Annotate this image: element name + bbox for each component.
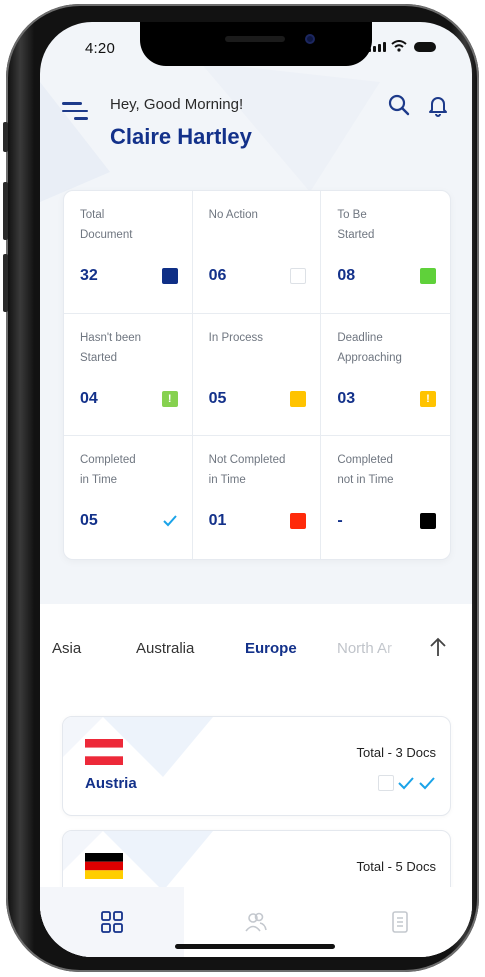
document-summary-card: Total Document 32 No Action 06 To Be Started… (63, 190, 451, 560)
check-icon (398, 777, 414, 790)
volume-down-button (3, 254, 8, 312)
summary-value: 08 (337, 267, 356, 284)
country-card[interactable]: Austria Total - 3 Docs (62, 716, 451, 816)
check-icon (419, 777, 435, 790)
austria-flag (85, 739, 123, 765)
search-icon[interactable] (388, 94, 410, 116)
app-screen: 4:20 Hey, Good Morning! Claire Hartley T… (40, 22, 472, 957)
germany-flag (85, 853, 123, 879)
mute-switch (3, 122, 8, 152)
summary-value: 03 (337, 389, 356, 407)
summary-value: 04 (80, 389, 98, 407)
summary-value: 32 (80, 267, 98, 284)
summary-cell[interactable]: Total Document 32 (64, 191, 193, 314)
summary-label: Completed not in Time (337, 454, 394, 487)
summary-cell[interactable]: Deadline Approaching 03! (321, 314, 450, 437)
summary-value: 01 (208, 512, 227, 530)
summary-label: Completed in Time (80, 454, 136, 487)
summary-label: Hasn't been Started (80, 331, 142, 364)
summary-label: Not Completed in Time (208, 454, 286, 487)
green-warning-marker: ! (161, 390, 178, 407)
volume-up-button (3, 182, 8, 240)
country-total: Total - 5 Docs (356, 859, 436, 874)
summary-label: Total Document (80, 209, 133, 241)
country-total: Total - 3 Docs (356, 745, 436, 760)
empty-square-marker (378, 775, 394, 791)
summary-cell[interactable]: Completed not in Time - (321, 436, 450, 559)
summary-label: Deadline Approaching (337, 331, 402, 364)
summary-value: 05 (208, 389, 227, 407)
nav-item-dashboard[interactable] (40, 887, 184, 957)
empty-square-marker (290, 268, 307, 284)
summary-cell[interactable]: No Action 06 (192, 191, 322, 314)
summary-cell[interactable]: Hasn't been Started 04! (64, 313, 193, 437)
summary-value: 06 (208, 267, 227, 284)
speaker (225, 36, 285, 42)
black-square-marker (420, 513, 436, 530)
yellow-warning-marker: ! (420, 390, 436, 407)
greeting-text: Hey, Good Morning! (110, 96, 244, 113)
arrow-up-icon[interactable] (428, 636, 448, 658)
green-square-marker (420, 268, 436, 284)
navy-square-marker (161, 268, 178, 284)
summary-cell[interactable]: Not Completed in Time 01 (193, 436, 322, 559)
users-icon (245, 912, 267, 932)
check-icon (162, 513, 178, 529)
tab-australia[interactable]: Australia (136, 640, 194, 657)
summary-value: 05 (80, 512, 98, 530)
status-time: 4:20 (85, 40, 115, 57)
tab-fade (380, 634, 420, 664)
notch (140, 22, 372, 66)
nav-item-document[interactable] (328, 887, 472, 957)
summary-cell[interactable]: In Process 05 (192, 313, 322, 437)
status-markers (378, 775, 436, 791)
country-name: Austria (85, 775, 137, 792)
summary-label: In Process (208, 331, 263, 344)
red-square-marker (290, 513, 307, 530)
menu-icon[interactable] (62, 102, 88, 125)
region-tabs: Asia Australia Europe North Ar (40, 604, 472, 694)
home-indicator (175, 944, 335, 949)
battery-icon (414, 42, 436, 52)
summary-label: To Be Started (337, 209, 375, 241)
summary-value: - (337, 512, 343, 530)
tab-asia[interactable]: Asia (52, 640, 81, 657)
user-name: Claire Hartley (110, 124, 252, 149)
summary-cell[interactable]: To Be Started 08 (321, 191, 450, 314)
tab-europe[interactable]: Europe (245, 640, 297, 657)
document-icon (392, 911, 408, 933)
bell-icon[interactable] (428, 94, 448, 118)
yellow-square-marker (290, 390, 307, 407)
front-camera (305, 34, 315, 44)
summary-cell[interactable]: Completed in Time 05 (64, 436, 193, 559)
wifi-icon (391, 40, 407, 52)
status-icons (368, 40, 436, 52)
summary-label: No Action (208, 209, 258, 221)
dashboard-icon (101, 911, 123, 933)
